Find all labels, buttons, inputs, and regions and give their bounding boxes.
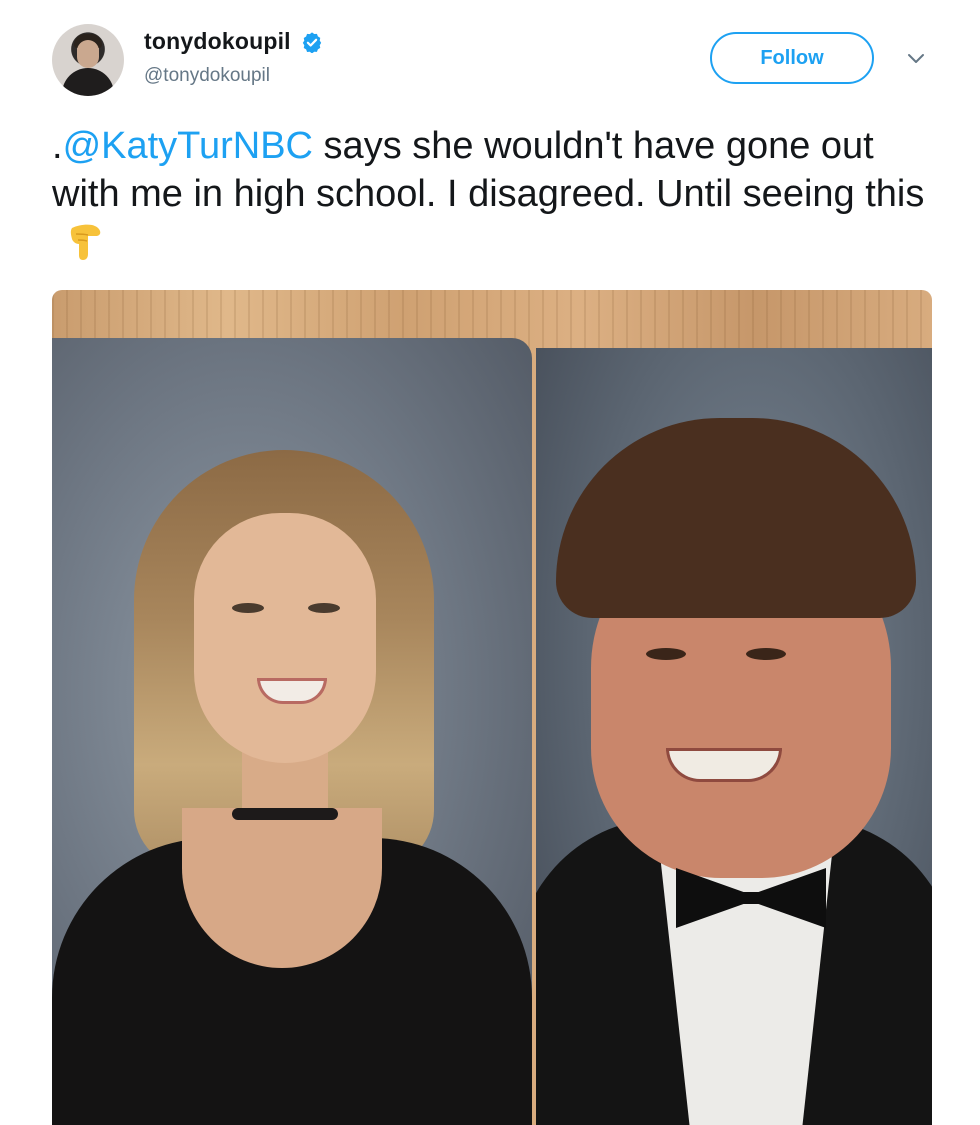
mention-link[interactable]: @KatyTurNBC <box>63 125 313 167</box>
author-display-name[interactable]: tonydokoupil <box>144 28 291 55</box>
tweet-text: .@KatyTurNBC says she wouldn't have gone… <box>52 122 932 266</box>
verified-badge-icon <box>303 31 322 53</box>
portrait-choker <box>232 808 338 820</box>
avatar-suit <box>62 68 114 96</box>
portrait-eye <box>646 648 686 660</box>
avatar[interactable] <box>52 24 124 96</box>
pointing-down-hand-icon <box>70 224 101 260</box>
portrait-eye <box>746 648 786 660</box>
portrait-eye <box>232 603 264 613</box>
portrait-eye <box>308 603 340 613</box>
author-names[interactable]: tonydokoupil @tonydokoupil <box>144 28 323 87</box>
portrait-hair <box>556 418 916 618</box>
follow-button[interactable]: Follow <box>710 32 874 84</box>
avatar-face <box>77 40 99 68</box>
yearbook-photo-right <box>536 348 932 1125</box>
portrait-face <box>194 513 376 763</box>
yearbook-photo-left <box>52 338 532 1125</box>
tweet-media-photo[interactable] <box>52 290 932 1125</box>
author-handle[interactable]: @tonydokoupil <box>144 65 323 87</box>
tweet-header: tonydokoupil @tonydokoupil Follow <box>52 24 932 96</box>
chevron-down-icon[interactable] <box>904 46 928 70</box>
tweet-text-prefix: . <box>52 125 63 167</box>
portrait-smile <box>666 748 782 782</box>
